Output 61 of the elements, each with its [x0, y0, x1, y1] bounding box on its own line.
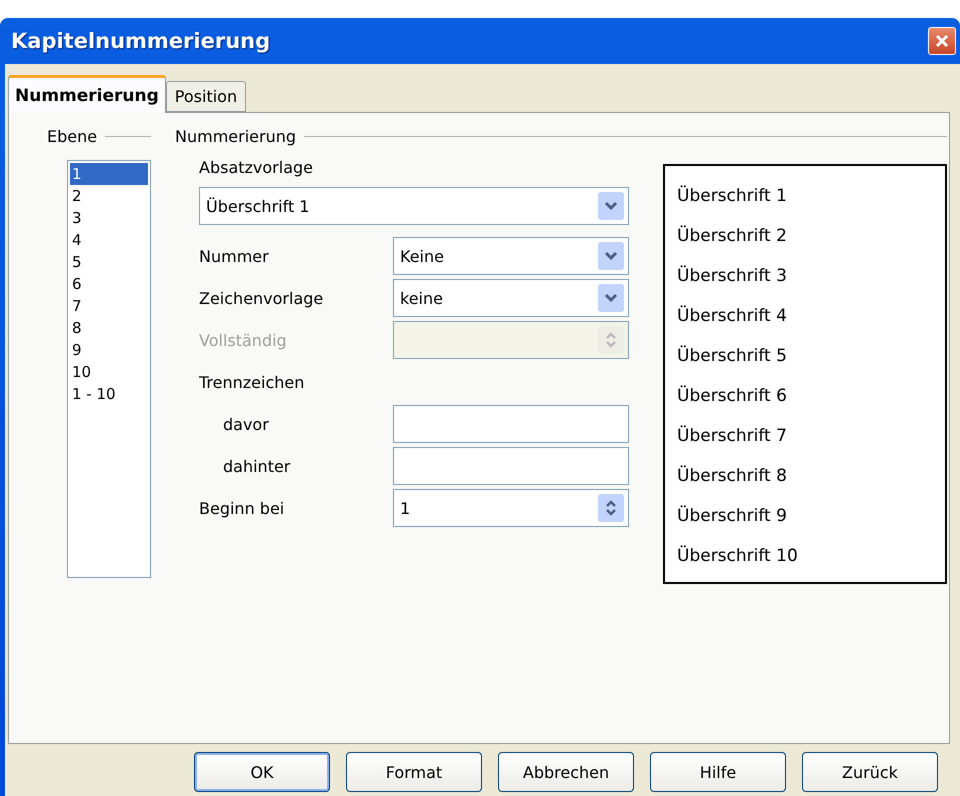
list-item[interactable]: 1	[70, 163, 148, 185]
preview-line: Überschrift 3	[677, 264, 788, 288]
group-title: Ebene	[47, 127, 98, 146]
dropdown-field[interactable]: keine	[393, 279, 629, 317]
list-item[interactable]: 2	[70, 185, 148, 207]
dialog-button[interactable]: Hilfe	[650, 752, 786, 792]
chevron-down-icon	[604, 251, 618, 261]
field-label: Absatzvorlage	[199, 158, 313, 176]
preview-line: Überschrift 2	[677, 224, 788, 248]
window-title: Kapitelnummerierung	[11, 29, 270, 53]
up-down-arrows-icon	[605, 499, 617, 517]
dialog-button[interactable]: Zurück	[802, 752, 938, 792]
dialog-button[interactable]: OK	[194, 752, 330, 792]
dropdown-value: keine	[400, 288, 443, 308]
dialog-button[interactable]: Abbrechen	[498, 752, 634, 792]
list-item[interactable]: 9	[70, 339, 148, 361]
spin-button[interactable]	[598, 494, 624, 522]
group-title: Nummerierung	[175, 127, 296, 146]
list-item[interactable]: 8	[70, 317, 148, 339]
up-down-arrows-icon	[605, 331, 617, 349]
dropdown-field[interactable]: Überschrift 1	[199, 187, 629, 225]
field-label: Trennzeichen	[199, 372, 304, 392]
preview-line: Überschrift 1	[677, 184, 788, 208]
preview-line: Überschrift 7	[677, 424, 788, 448]
list-item[interactable]: 7	[70, 295, 148, 317]
field-label: dahinter	[222, 456, 290, 476]
list-item[interactable]: 4	[70, 229, 148, 251]
list-item[interactable]: 5	[70, 251, 148, 273]
tab[interactable]: Nummerierung	[8, 75, 166, 113]
list-item[interactable]: 3	[70, 207, 148, 229]
field-label: Vollständig	[199, 330, 287, 350]
preview-line: Überschrift 6	[677, 384, 788, 408]
dropdown-button[interactable]	[598, 284, 624, 312]
list-item[interactable]: 1 - 10	[70, 383, 148, 405]
field-label: Beginn bei	[199, 498, 284, 518]
list-item[interactable]: 6	[70, 273, 148, 295]
spin-value: 1	[400, 498, 410, 518]
close-button[interactable]	[928, 27, 956, 55]
preview-line: Überschrift 8	[677, 464, 788, 488]
list-item[interactable]: 10	[70, 361, 148, 383]
chevron-down-icon	[604, 201, 618, 211]
dropdown-value: Überschrift 1	[206, 196, 310, 216]
chevron-down-icon	[604, 293, 618, 303]
preview-line: Überschrift 10	[677, 544, 799, 568]
dropdown-value: Keine	[400, 246, 444, 266]
preview-line: Überschrift 4	[677, 304, 788, 328]
close-icon	[934, 33, 950, 49]
preview-line: Überschrift 9	[677, 504, 788, 528]
dropdown-button[interactable]	[598, 192, 624, 220]
spin-field[interactable]: 1	[393, 489, 629, 527]
field-label: Nummer	[199, 246, 269, 266]
preview-line: Überschrift 5	[677, 344, 788, 368]
dropdown-button[interactable]	[598, 242, 624, 270]
field-label: davor	[222, 414, 269, 434]
tab[interactable]: Position	[166, 81, 246, 112]
text-field[interactable]	[393, 447, 629, 485]
text-field[interactable]	[393, 405, 629, 443]
dialog-button[interactable]: Format	[346, 752, 482, 792]
field-label: Zeichenvorlage	[199, 288, 324, 308]
dropdown-field[interactable]: Keine	[393, 237, 629, 275]
spin-field[interactable]	[393, 321, 629, 359]
